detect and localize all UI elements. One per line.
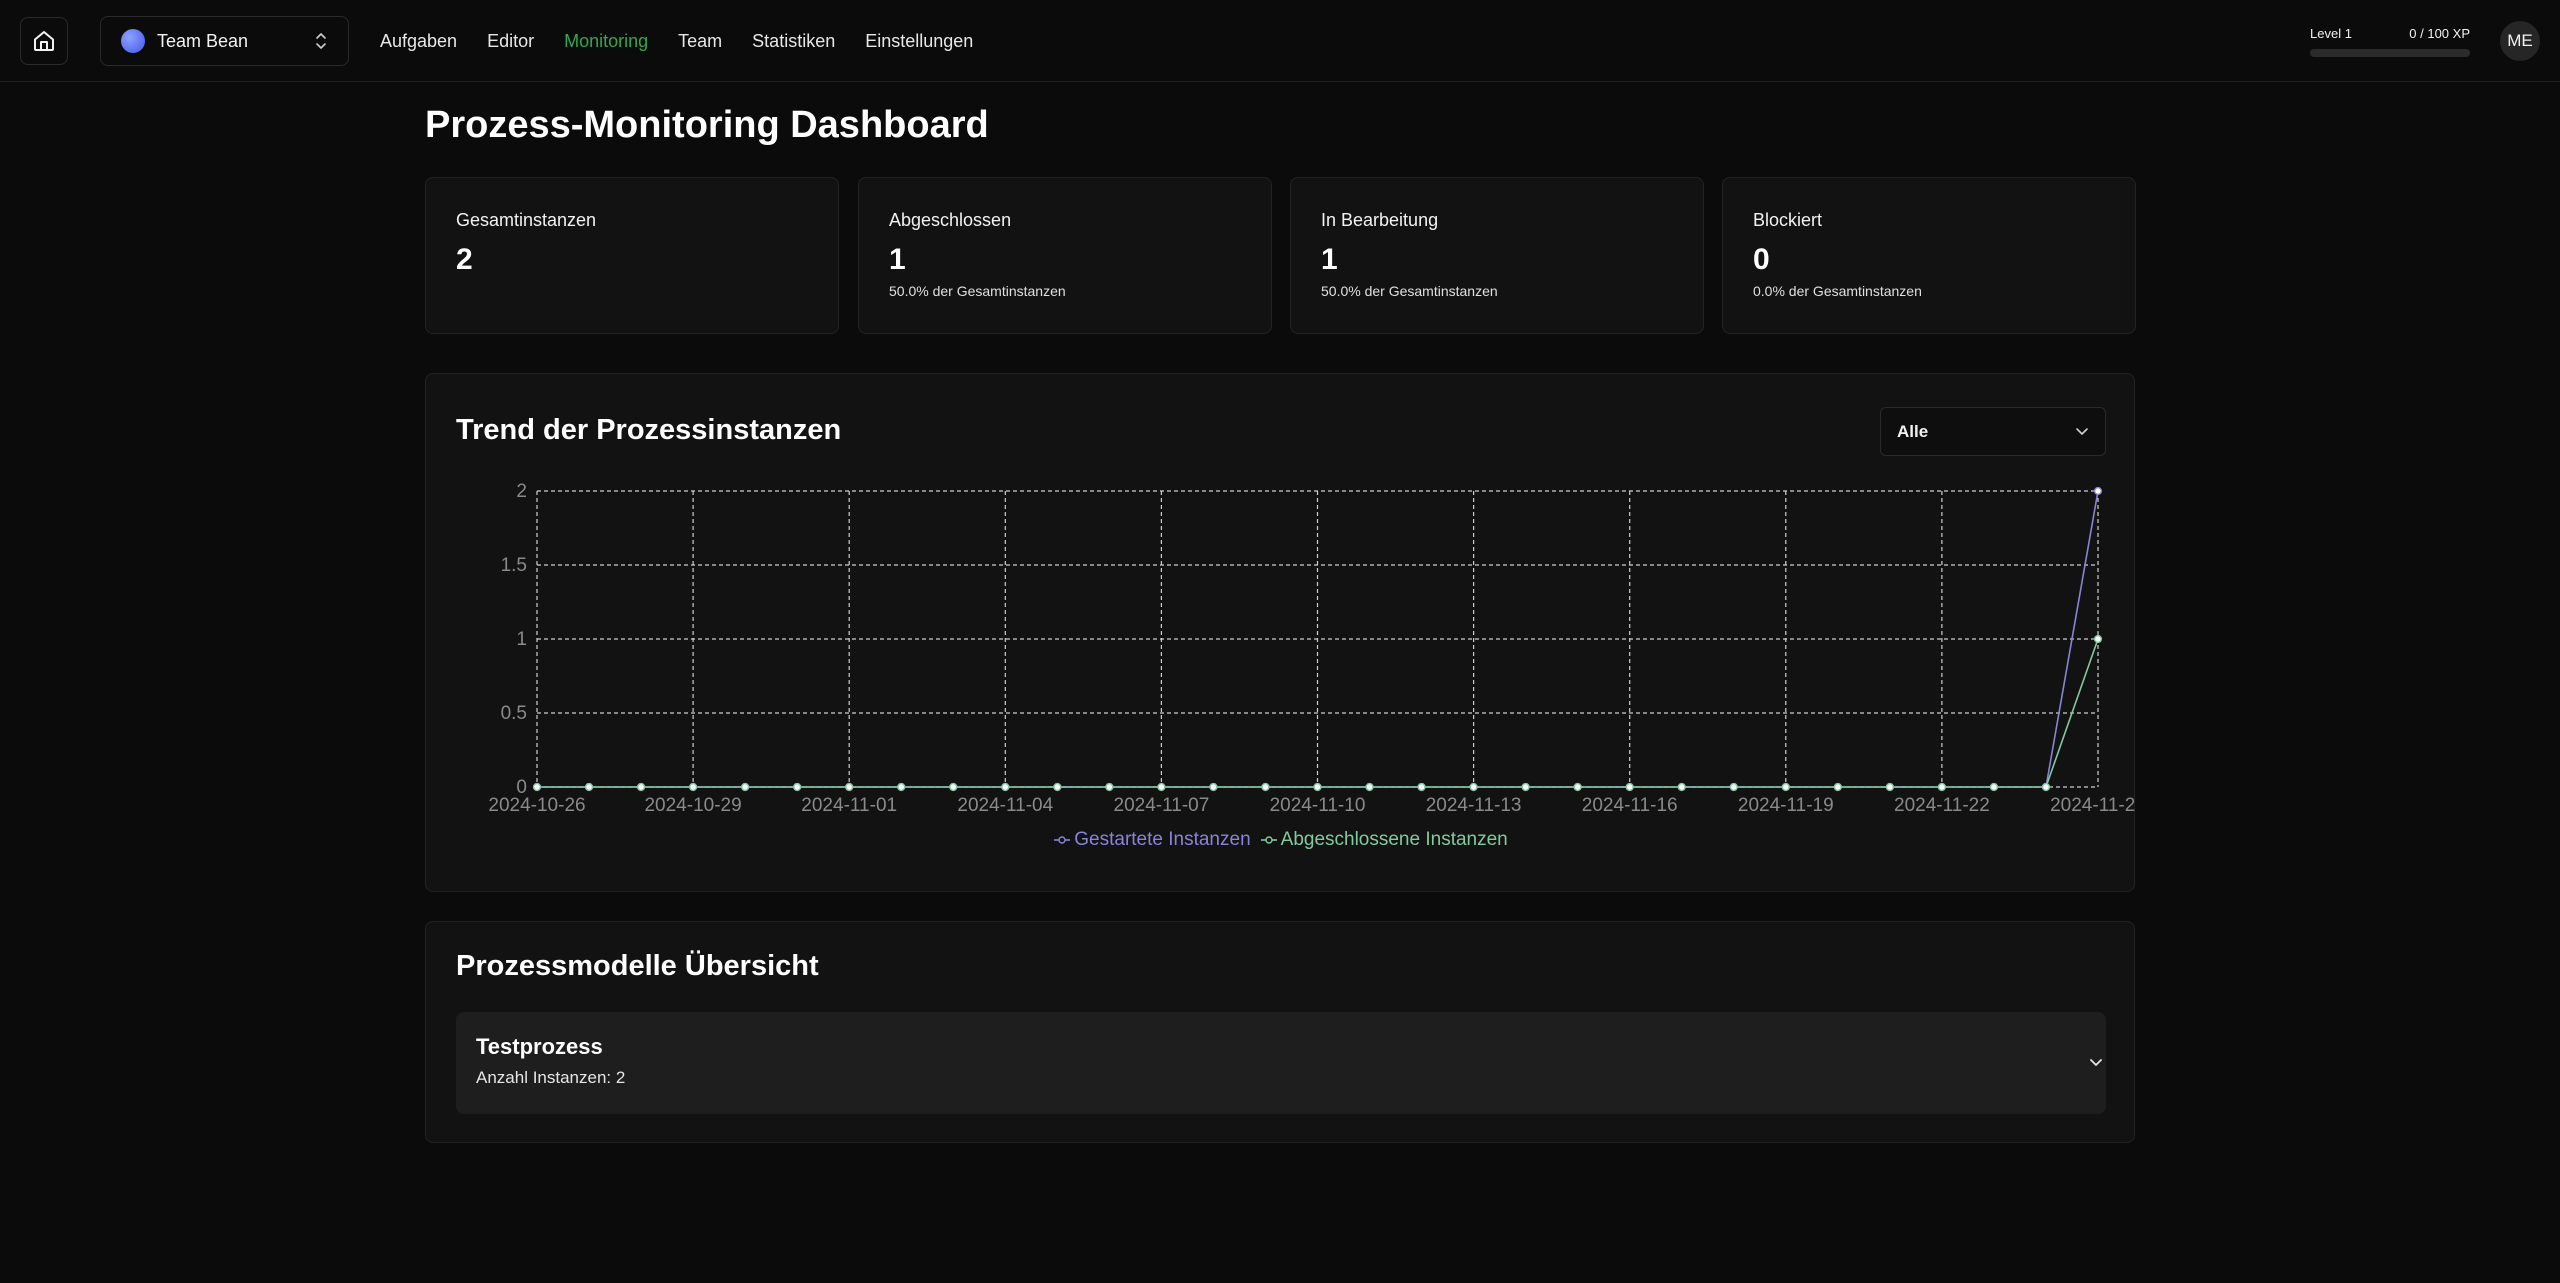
stat-label: Blockiert [1753, 210, 1823, 230]
data-point [2093, 486, 2103, 496]
stat-subtext: 50.0% der Gesamtinstanzen [889, 283, 1066, 299]
data-point [897, 782, 906, 792]
data-point [1261, 782, 1270, 792]
stat-card-blocked: Blockiert 0 0.0% der Gesamtinstanzen [1722, 177, 2136, 334]
data-point [636, 782, 646, 792]
data-point [1001, 782, 1010, 792]
home-icon [34, 31, 54, 51]
stat-card-in-progress: In Bearbeitung 1 50.0% der Gesamtinstanz… [1290, 177, 1704, 334]
stat-value: 1 [889, 243, 906, 276]
data-point [1625, 782, 1634, 792]
stat-value: 2 [456, 243, 473, 276]
x-tick-label: 2024-11-19 [1738, 795, 1834, 816]
stat-label: Abgeschlossen [889, 210, 1012, 230]
stat-value: 0 [1753, 243, 1770, 276]
section-title: Prozessmodelle Übersicht [456, 950, 819, 982]
y-tick-label: 1 [516, 629, 527, 650]
chevron-down-icon[interactable] [2088, 1058, 2104, 1068]
legend-line-icon [1260, 836, 1277, 844]
data-point [1885, 782, 1894, 792]
data-point [1053, 782, 1062, 792]
stat-label: In Bearbeitung [1321, 210, 1439, 230]
xp-progress-bar [2310, 49, 2470, 57]
x-tick-label: 2024-11-25 [2050, 795, 2136, 816]
data-point [1781, 782, 1790, 792]
level-label: Level 1 [2310, 26, 2352, 41]
team-avatar [121, 29, 145, 53]
home-button[interactable] [20, 17, 68, 65]
nav-item-einstellungen[interactable]: Einstellungen [865, 31, 973, 52]
process-model-instance-count: Anzahl Instanzen: 2 [476, 1068, 626, 1087]
data-point [689, 782, 698, 792]
y-tick-label: 2 [516, 481, 527, 502]
data-point [741, 782, 750, 792]
x-tick-label: 2024-11-16 [1582, 795, 1678, 816]
nav-item-statistiken[interactable]: Statistiken [752, 31, 835, 52]
trend-chart-card: Trend der Prozessinstanzen Alle 0 0.5 1 1.5… [425, 373, 2136, 892]
process-model-row[interactable]: Testprozess Anzahl Instanzen: 2 [456, 1012, 2106, 1114]
data-point [532, 782, 542, 792]
data-point [2093, 634, 2103, 644]
chart-legend: Gestartete Instanzen Abgeschlossene Insta… [426, 829, 2136, 851]
data-point [1417, 782, 1426, 792]
y-tick-label: 1.5 [501, 555, 527, 576]
legend-label: Abgeschlossene Instanzen [1280, 829, 1508, 850]
page-title: Prozess-Monitoring Dashboard [425, 104, 989, 146]
stat-label: Gesamtinstanzen [456, 210, 597, 230]
data-point [1573, 782, 1582, 792]
team-switcher[interactable]: Team Bean [100, 16, 349, 66]
y-tick-label: 0.5 [501, 703, 527, 724]
nav-item-editor[interactable]: Editor [487, 31, 534, 52]
data-point [1157, 782, 1166, 792]
stat-value: 1 [1321, 243, 1338, 276]
trend-line-chart: 00.511.522024-10-26 2024-10-29 2024-11-01 2… [488, 481, 2136, 816]
data-point [1521, 782, 1530, 792]
legend-item[interactable]: Abgeschlossene Instanzen [1260, 829, 1508, 851]
stat-card-total: Gesamtinstanzen 2 [425, 177, 839, 334]
x-tick-label: 2024-11-01 [801, 795, 897, 816]
data-point [1937, 782, 1947, 792]
data-point [1105, 782, 1114, 792]
top-navigation-bar: Team Bean Aufgaben Editor Monitoring Tea… [0, 0, 2560, 82]
process-models-card: Prozessmodelle Übersicht Testprozess Anz… [425, 921, 2135, 1143]
data-point [1469, 782, 1478, 792]
data-point [949, 782, 958, 792]
x-tick-label: 2024-10-29 [644, 795, 741, 816]
x-tick-label: 2024-10-26 [488, 795, 585, 816]
data-point [584, 782, 594, 792]
nav-item-monitoring[interactable]: Monitoring [564, 31, 648, 52]
data-point [1989, 782, 1999, 792]
team-name: Team Bean [157, 30, 249, 51]
data-point [1365, 782, 1374, 792]
stat-subtext: 50.0% der Gesamtinstanzen [1321, 283, 1498, 299]
data-point [1833, 782, 1842, 792]
legend-item[interactable]: Gestartete Instanzen [1054, 829, 1251, 851]
process-model-name: Testprozess [476, 1034, 603, 1059]
x-tick-label: 2024-11-07 [1114, 795, 1210, 816]
data-point [1729, 782, 1738, 792]
user-avatar[interactable]: ME [2500, 21, 2540, 61]
data-point [2041, 782, 2051, 792]
stat-subtext: 0.0% der Gesamtinstanzen [1753, 283, 1922, 299]
data-point [1209, 782, 1218, 792]
xp-label: 0 / 100 XP [2409, 26, 2470, 41]
stat-card-completed: Abgeschlossen 1 50.0% der Gesamtinstanze… [858, 177, 1272, 334]
data-point [1313, 782, 1322, 792]
x-tick-label: 2024-11-13 [1426, 795, 1522, 816]
nav-item-aufgaben[interactable]: Aufgaben [380, 31, 457, 52]
x-tick-label: 2024-11-04 [957, 795, 1053, 816]
legend-label: Gestartete Instanzen [1074, 829, 1251, 850]
data-point [1677, 782, 1686, 792]
data-point [845, 782, 854, 792]
level-progress: Level 1 0 / 100 XP [2310, 26, 2470, 57]
data-point [793, 782, 802, 792]
x-tick-label: 2024-11-10 [1270, 795, 1366, 816]
chevron-up-down-icon [316, 33, 326, 49]
nav-item-team[interactable]: Team [678, 31, 722, 52]
legend-line-icon [1054, 836, 1071, 844]
x-tick-label: 2024-11-22 [1894, 795, 1990, 816]
main-nav: Aufgaben Editor Monitoring Team Statisti… [380, 0, 1003, 82]
